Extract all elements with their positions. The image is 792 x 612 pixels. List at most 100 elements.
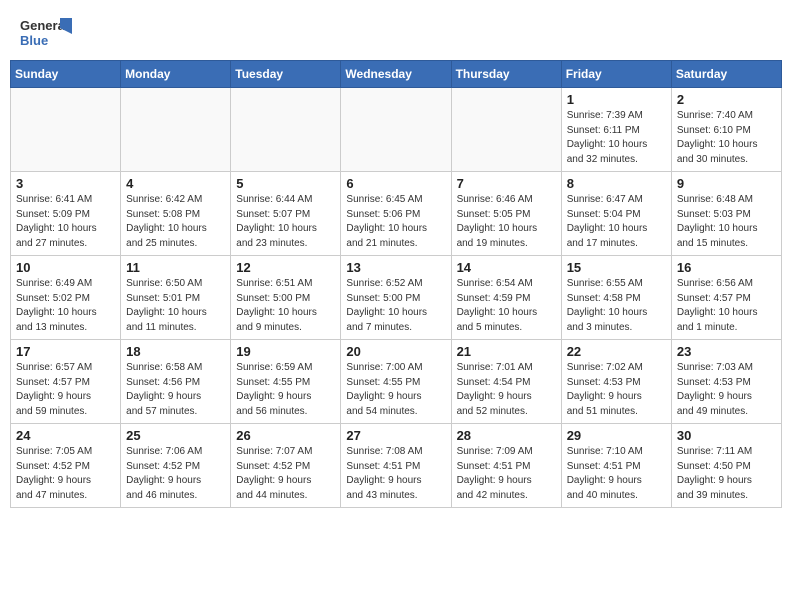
day-number: 6	[346, 176, 445, 191]
day-number: 9	[677, 176, 776, 191]
day-info: Sunrise: 6:58 AM Sunset: 4:56 PM Dayligh…	[126, 361, 225, 419]
day-info: Sunrise: 6:59 AM Sunset: 4:55 PM Dayligh…	[236, 361, 335, 419]
day-cell: 15 Sunrise: 6:55 AM Sunset: 4:58 PM Dayli…	[561, 256, 671, 340]
day-info: Sunrise: 7:00 AM Sunset: 4:55 PM Dayligh…	[346, 361, 445, 419]
day-number: 22	[567, 344, 666, 359]
week-row-3: 10 Sunrise: 6:49 AM Sunset: 5:02 PM Dayli…	[11, 256, 782, 340]
weekday-header-wednesday: Wednesday	[341, 61, 451, 88]
day-number: 28	[457, 428, 556, 443]
day-cell: 17 Sunrise: 6:57 AM Sunset: 4:57 PM Dayli…	[11, 340, 121, 424]
week-row-4: 17 Sunrise: 6:57 AM Sunset: 4:57 PM Dayli…	[11, 340, 782, 424]
calendar-table: SundayMondayTuesdayWednesdayThursdayFrid…	[10, 60, 782, 508]
day-cell: 5Sunrise: 6:44 AM Sunset: 5:07 PM Daylig…	[231, 172, 341, 256]
day-cell: 13 Sunrise: 6:52 AM Sunset: 5:00 PM Dayli…	[341, 256, 451, 340]
day-cell: 25 Sunrise: 7:06 AM Sunset: 4:52 PM Dayli…	[121, 424, 231, 508]
day-cell: 27 Sunrise: 7:08 AM Sunset: 4:51 PM Dayli…	[341, 424, 451, 508]
day-number: 23	[677, 344, 776, 359]
day-info: Sunrise: 6:49 AM Sunset: 5:02 PM Dayligh…	[16, 277, 115, 335]
day-info: Sunrise: 7:06 AM Sunset: 4:52 PM Dayligh…	[126, 445, 225, 503]
day-cell: 7 Sunrise: 6:46 AM Sunset: 5:05 PM Daylig…	[451, 172, 561, 256]
day-info: Sunrise: 6:52 AM Sunset: 5:00 PM Dayligh…	[346, 277, 445, 335]
weekday-header-monday: Monday	[121, 61, 231, 88]
day-number: 12	[236, 260, 335, 275]
day-info: Sunrise: 7:05 AM Sunset: 4:52 PM Dayligh…	[16, 445, 115, 503]
weekday-header-row: SundayMondayTuesdayWednesdayThursdayFrid…	[11, 61, 782, 88]
day-number: 25	[126, 428, 225, 443]
day-number: 29	[567, 428, 666, 443]
day-number: 17	[16, 344, 115, 359]
day-info: Sunrise: 6:45 AM Sunset: 5:06 PM Dayligh…	[346, 193, 445, 251]
day-number: 19	[236, 344, 335, 359]
day-cell: 19 Sunrise: 6:59 AM Sunset: 4:55 PM Dayli…	[231, 340, 341, 424]
day-number: 4	[126, 176, 225, 191]
day-cell: 29 Sunrise: 7:10 AM Sunset: 4:51 PM Dayli…	[561, 424, 671, 508]
day-info: Sunrise: 6:46 AM Sunset: 5:05 PM Dayligh…	[457, 193, 556, 251]
day-info: Sunrise: 6:44 AM Sunset: 5:07 PM Dayligh…	[236, 193, 335, 251]
day-number: 15	[567, 260, 666, 275]
day-number: 11	[126, 260, 225, 275]
day-cell: 10 Sunrise: 6:49 AM Sunset: 5:02 PM Dayli…	[11, 256, 121, 340]
day-number: 1	[567, 92, 666, 107]
day-info: Sunrise: 7:10 AM Sunset: 4:51 PM Dayligh…	[567, 445, 666, 503]
day-info: Sunrise: 7:08 AM Sunset: 4:51 PM Dayligh…	[346, 445, 445, 503]
day-info: Sunrise: 7:39 AM Sunset: 6:11 PM Dayligh…	[567, 109, 666, 167]
day-number: 26	[236, 428, 335, 443]
day-number: 14	[457, 260, 556, 275]
day-info: Sunrise: 7:09 AM Sunset: 4:51 PM Dayligh…	[457, 445, 556, 503]
day-cell: 30 Sunrise: 7:11 AM Sunset: 4:50 PM Dayli…	[671, 424, 781, 508]
day-info: Sunrise: 6:56 AM Sunset: 4:57 PM Dayligh…	[677, 277, 776, 335]
day-cell: 20 Sunrise: 7:00 AM Sunset: 4:55 PM Dayli…	[341, 340, 451, 424]
day-cell: 2Sunrise: 7:40 AM Sunset: 6:10 PM Daylig…	[671, 88, 781, 172]
day-info: Sunrise: 6:54 AM Sunset: 4:59 PM Dayligh…	[457, 277, 556, 335]
week-row-2: 3 Sunrise: 6:41 AM Sunset: 5:09 PM Daylig…	[11, 172, 782, 256]
day-cell: 3 Sunrise: 6:41 AM Sunset: 5:09 PM Daylig…	[11, 172, 121, 256]
day-cell	[341, 88, 451, 172]
day-number: 2	[677, 92, 776, 107]
day-number: 20	[346, 344, 445, 359]
day-cell: 4Sunrise: 6:42 AM Sunset: 5:08 PM Daylig…	[121, 172, 231, 256]
day-cell: 23 Sunrise: 7:03 AM Sunset: 4:53 PM Dayli…	[671, 340, 781, 424]
day-cell: 14 Sunrise: 6:54 AM Sunset: 4:59 PM Dayli…	[451, 256, 561, 340]
weekday-header-tuesday: Tuesday	[231, 61, 341, 88]
week-row-1: 1 Sunrise: 7:39 AM Sunset: 6:11 PM Daylig…	[11, 88, 782, 172]
day-cell: 1 Sunrise: 7:39 AM Sunset: 6:11 PM Daylig…	[561, 88, 671, 172]
day-number: 27	[346, 428, 445, 443]
day-info: Sunrise: 6:51 AM Sunset: 5:00 PM Dayligh…	[236, 277, 335, 335]
day-number: 18	[126, 344, 225, 359]
day-cell: 24 Sunrise: 7:05 AM Sunset: 4:52 PM Dayli…	[11, 424, 121, 508]
day-info: Sunrise: 6:55 AM Sunset: 4:58 PM Dayligh…	[567, 277, 666, 335]
weekday-header-saturday: Saturday	[671, 61, 781, 88]
day-cell: 21Sunrise: 7:01 AM Sunset: 4:54 PM Dayli…	[451, 340, 561, 424]
day-number: 24	[16, 428, 115, 443]
day-cell: 12 Sunrise: 6:51 AM Sunset: 5:00 PM Dayli…	[231, 256, 341, 340]
day-number: 8	[567, 176, 666, 191]
day-cell: 6 Sunrise: 6:45 AM Sunset: 5:06 PM Daylig…	[341, 172, 451, 256]
day-info: Sunrise: 7:02 AM Sunset: 4:53 PM Dayligh…	[567, 361, 666, 419]
day-info: Sunrise: 6:50 AM Sunset: 5:01 PM Dayligh…	[126, 277, 225, 335]
day-cell: 28 Sunrise: 7:09 AM Sunset: 4:51 PM Dayli…	[451, 424, 561, 508]
day-number: 10	[16, 260, 115, 275]
day-number: 7	[457, 176, 556, 191]
weekday-header-friday: Friday	[561, 61, 671, 88]
day-info: Sunrise: 7:07 AM Sunset: 4:52 PM Dayligh…	[236, 445, 335, 503]
day-info: Sunrise: 6:41 AM Sunset: 5:09 PM Dayligh…	[16, 193, 115, 251]
day-number: 30	[677, 428, 776, 443]
day-cell	[231, 88, 341, 172]
day-cell: 9 Sunrise: 6:48 AM Sunset: 5:03 PM Daylig…	[671, 172, 781, 256]
svg-text:Blue: Blue	[20, 33, 48, 48]
day-cell: 16Sunrise: 6:56 AM Sunset: 4:57 PM Dayli…	[671, 256, 781, 340]
day-cell: 8 Sunrise: 6:47 AM Sunset: 5:04 PM Daylig…	[561, 172, 671, 256]
day-number: 3	[16, 176, 115, 191]
day-info: Sunrise: 7:03 AM Sunset: 4:53 PM Dayligh…	[677, 361, 776, 419]
day-info: Sunrise: 6:57 AM Sunset: 4:57 PM Dayligh…	[16, 361, 115, 419]
weekday-header-sunday: Sunday	[11, 61, 121, 88]
page-header: GeneralBlue	[0, 0, 792, 60]
day-info: Sunrise: 7:01 AM Sunset: 4:54 PM Dayligh…	[457, 361, 556, 419]
day-number: 13	[346, 260, 445, 275]
day-cell: 22 Sunrise: 7:02 AM Sunset: 4:53 PM Dayli…	[561, 340, 671, 424]
calendar-wrapper: SundayMondayTuesdayWednesdayThursdayFrid…	[0, 60, 792, 518]
day-info: Sunrise: 7:11 AM Sunset: 4:50 PM Dayligh…	[677, 445, 776, 503]
day-info: Sunrise: 6:48 AM Sunset: 5:03 PM Dayligh…	[677, 193, 776, 251]
week-row-5: 24 Sunrise: 7:05 AM Sunset: 4:52 PM Dayli…	[11, 424, 782, 508]
day-info: Sunrise: 6:47 AM Sunset: 5:04 PM Dayligh…	[567, 193, 666, 251]
